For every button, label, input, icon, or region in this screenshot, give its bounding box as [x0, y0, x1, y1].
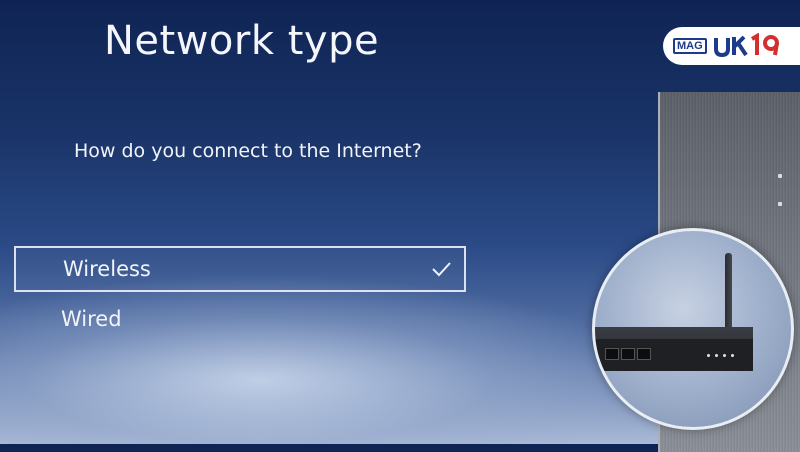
router-image	[592, 228, 794, 430]
tv-indicator-dot	[778, 202, 782, 206]
logo-mark	[713, 33, 779, 58]
site-logo: MAG	[663, 27, 800, 65]
tv-indicator-dot	[778, 174, 782, 178]
ethernet-port	[621, 348, 635, 360]
router-led	[731, 354, 734, 357]
option-wireless[interactable]: Wireless	[14, 246, 466, 292]
page-title: Network type	[104, 18, 380, 64]
ethernet-port	[637, 348, 651, 360]
ethernet-port	[605, 348, 619, 360]
option-wired[interactable]: Wired	[14, 296, 466, 342]
check-icon	[432, 262, 451, 277]
router-led	[723, 354, 726, 357]
option-wireless-label: Wireless	[63, 257, 151, 281]
question-text: How do you connect to the Internet?	[74, 140, 422, 162]
router-antenna	[725, 253, 732, 333]
router-led	[715, 354, 718, 357]
router-led	[707, 354, 710, 357]
option-wired-label: Wired	[61, 307, 122, 331]
logo-mag-text: MAG	[673, 38, 707, 54]
